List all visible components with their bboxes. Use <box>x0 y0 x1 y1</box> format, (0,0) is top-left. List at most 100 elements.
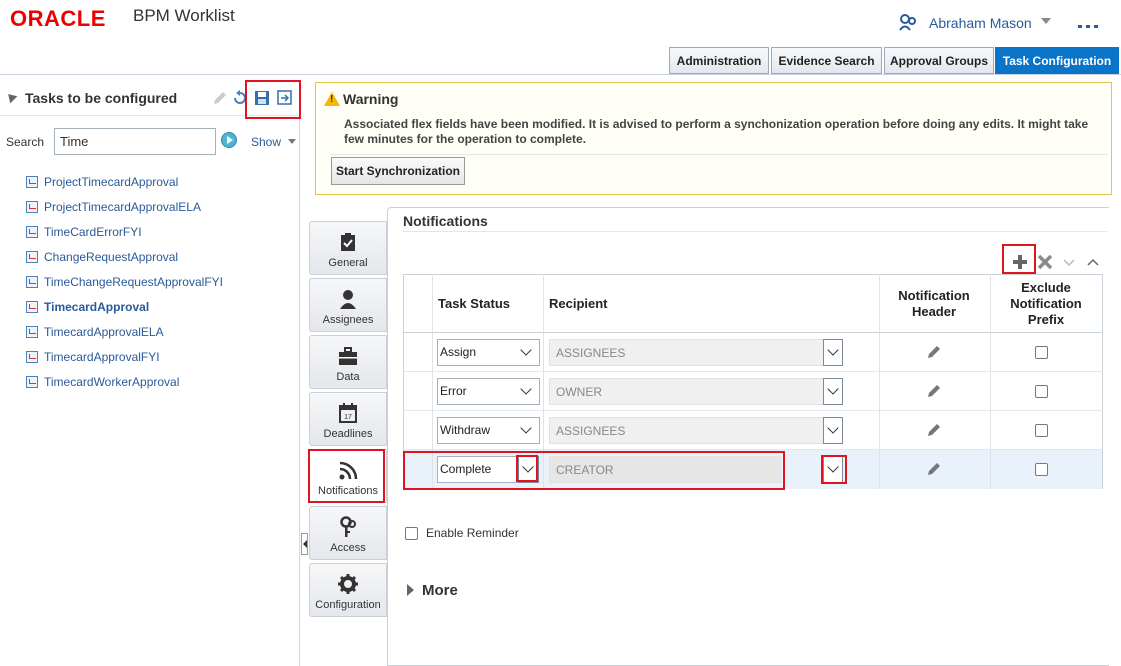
recipient-select[interactable]: OWNER <box>549 378 824 405</box>
row-divider <box>403 371 1103 372</box>
tab-approval-groups[interactable]: Approval Groups <box>884 47 994 74</box>
vtab-assignees[interactable]: Assignees <box>309 278 387 332</box>
vtab-general[interactable]: General <box>309 221 387 275</box>
search-go-icon[interactable] <box>221 132 237 148</box>
task-status-value: Error <box>440 384 467 398</box>
task-item-label: TimecardApproval <box>44 300 150 314</box>
task-item[interactable]: ProjectTimecardApproval <box>26 174 178 190</box>
header-divider <box>0 74 1121 75</box>
column-header-task-status[interactable]: Task Status <box>438 296 510 312</box>
task-item[interactable]: TimeCardErrorFYI <box>26 224 142 240</box>
exclude-prefix-checkbox[interactable] <box>1035 385 1048 398</box>
delete-icon[interactable] <box>1036 253 1054 271</box>
briefcase-icon <box>339 347 357 365</box>
task-type-icon <box>26 226 38 238</box>
move-up-icon[interactable] <box>1084 253 1102 271</box>
notifications-title: Notifications <box>403 213 488 229</box>
task-status-value: Assign <box>440 345 477 359</box>
enable-reminder-label[interactable]: Enable Reminder <box>426 526 519 540</box>
user-menu-caret-icon[interactable] <box>1041 18 1051 24</box>
column-divider <box>990 274 991 489</box>
recipient-select[interactable]: ASSIGNEES <box>549 339 824 366</box>
task-item[interactable]: ProjectTimecardApprovalELA <box>26 199 201 215</box>
panel-splitter-handle[interactable] <box>301 533 308 555</box>
row-divider <box>403 449 1103 450</box>
recipient-value: ASSIGNEES <box>556 424 626 438</box>
add-icon[interactable] <box>1011 253 1029 271</box>
svg-text:17: 17 <box>344 414 352 421</box>
more-section-toggle[interactable]: More <box>422 582 458 599</box>
vtab-label: Deadlines <box>323 428 373 440</box>
vtab-access[interactable]: Access <box>309 506 387 560</box>
edit-pencil-icon[interactable] <box>926 461 942 477</box>
task-item-label: TimecardWorkerApproval <box>44 375 180 389</box>
exclude-prefix-checkbox[interactable] <box>1035 346 1048 359</box>
warning-title: Warning <box>343 91 399 107</box>
column-header-recipient[interactable]: Recipient <box>549 296 608 312</box>
recipient-select[interactable]: ASSIGNEES <box>549 417 824 444</box>
vtab-configuration[interactable]: Configuration <box>309 563 387 617</box>
task-type-icon <box>26 326 38 338</box>
notifications-tab-highlight <box>308 449 385 503</box>
status-dropdown-highlight <box>516 455 538 482</box>
task-item-label: ProjectTimecardApprovalELA <box>44 200 201 214</box>
calendar-icon: 17 <box>339 403 357 423</box>
warning-divider <box>330 154 1108 155</box>
vtab-label: Assignees <box>322 314 374 326</box>
task-item[interactable]: ChangeRequestApproval <box>26 249 178 265</box>
tab-administration[interactable]: Administration <box>669 47 769 74</box>
clipboard-check-icon <box>341 233 355 251</box>
tab-evidence-search[interactable]: Evidence Search <box>771 47 882 74</box>
search-input[interactable] <box>54 128 216 155</box>
column-header-exclude-prefix[interactable]: Exclude Notification Prefix <box>1002 280 1090 328</box>
tasks-panel-title: Tasks to be configured <box>25 90 178 106</box>
show-filter-caret-icon[interactable] <box>288 139 296 144</box>
more-options-icon[interactable] <box>1077 16 1099 30</box>
vtab-label: Data <box>336 371 360 383</box>
save-icon[interactable] <box>253 89 271 107</box>
task-item-label: TimeChangeRequestApprovalFYI <box>44 275 223 289</box>
task-item-label: TimecardApprovalFYI <box>44 350 160 364</box>
move-down-icon[interactable] <box>1060 254 1078 272</box>
recipient-dropdown-highlight <box>821 455 847 484</box>
user-roles-icon[interactable] <box>898 13 918 31</box>
tasks-panel <box>0 80 300 666</box>
exclude-prefix-checkbox[interactable] <box>1035 424 1048 437</box>
user-name-menu[interactable]: Abraham Mason <box>929 15 1032 31</box>
column-header-notification-header[interactable]: Notification Header <box>894 288 974 320</box>
enable-reminder-checkbox[interactable] <box>405 527 418 540</box>
search-label: Search <box>6 135 45 149</box>
app-title: BPM Worklist <box>133 6 235 25</box>
task-type-icon <box>26 201 38 213</box>
edit-pencil-icon[interactable] <box>926 422 942 438</box>
task-item[interactable]: TimeChangeRequestApprovalFYI <box>26 274 223 290</box>
vtab-label: Configuration <box>315 599 381 611</box>
exclude-prefix-checkbox[interactable] <box>1035 463 1048 476</box>
task-item[interactable]: TimecardWorkerApproval <box>26 374 179 390</box>
task-type-icon <box>26 376 38 388</box>
task-item[interactable]: TimecardApprovalELA <box>26 324 164 340</box>
keys-icon <box>340 516 356 537</box>
warning-exclamation-icon: ! <box>330 94 334 105</box>
vtab-label: Access <box>330 542 366 554</box>
person-icon <box>340 290 356 309</box>
warning-message: Associated flex fields have been modifie… <box>344 117 1089 146</box>
row-divider <box>403 410 1103 411</box>
task-item[interactable]: TimecardApprovalFYI <box>26 349 160 365</box>
edit-pencil-icon[interactable] <box>926 344 942 360</box>
task-type-icon <box>26 176 38 188</box>
task-item-label: TimeCardErrorFYI <box>44 225 142 239</box>
tab-task-configuration[interactable]: Task Configuration <box>995 47 1119 74</box>
show-filter-link[interactable]: Show <box>251 135 281 149</box>
vtab-data[interactable]: Data <box>309 335 387 389</box>
expand-more-icon[interactable] <box>407 584 414 596</box>
edit-pencil-icon[interactable] <box>926 383 942 399</box>
edit-pencil-icon[interactable] <box>211 89 229 107</box>
recipient-value: ASSIGNEES <box>556 346 626 360</box>
vtab-deadlines[interactable]: 17 Deadlines <box>309 392 387 446</box>
commit-icon[interactable] <box>276 89 294 107</box>
selected-row-highlight <box>403 451 785 490</box>
task-item-selected[interactable]: TimecardApproval <box>26 299 149 315</box>
oracle-logo: ORACLE <box>10 6 106 31</box>
start-synchronization-button[interactable]: Start Synchronization <box>331 157 465 185</box>
